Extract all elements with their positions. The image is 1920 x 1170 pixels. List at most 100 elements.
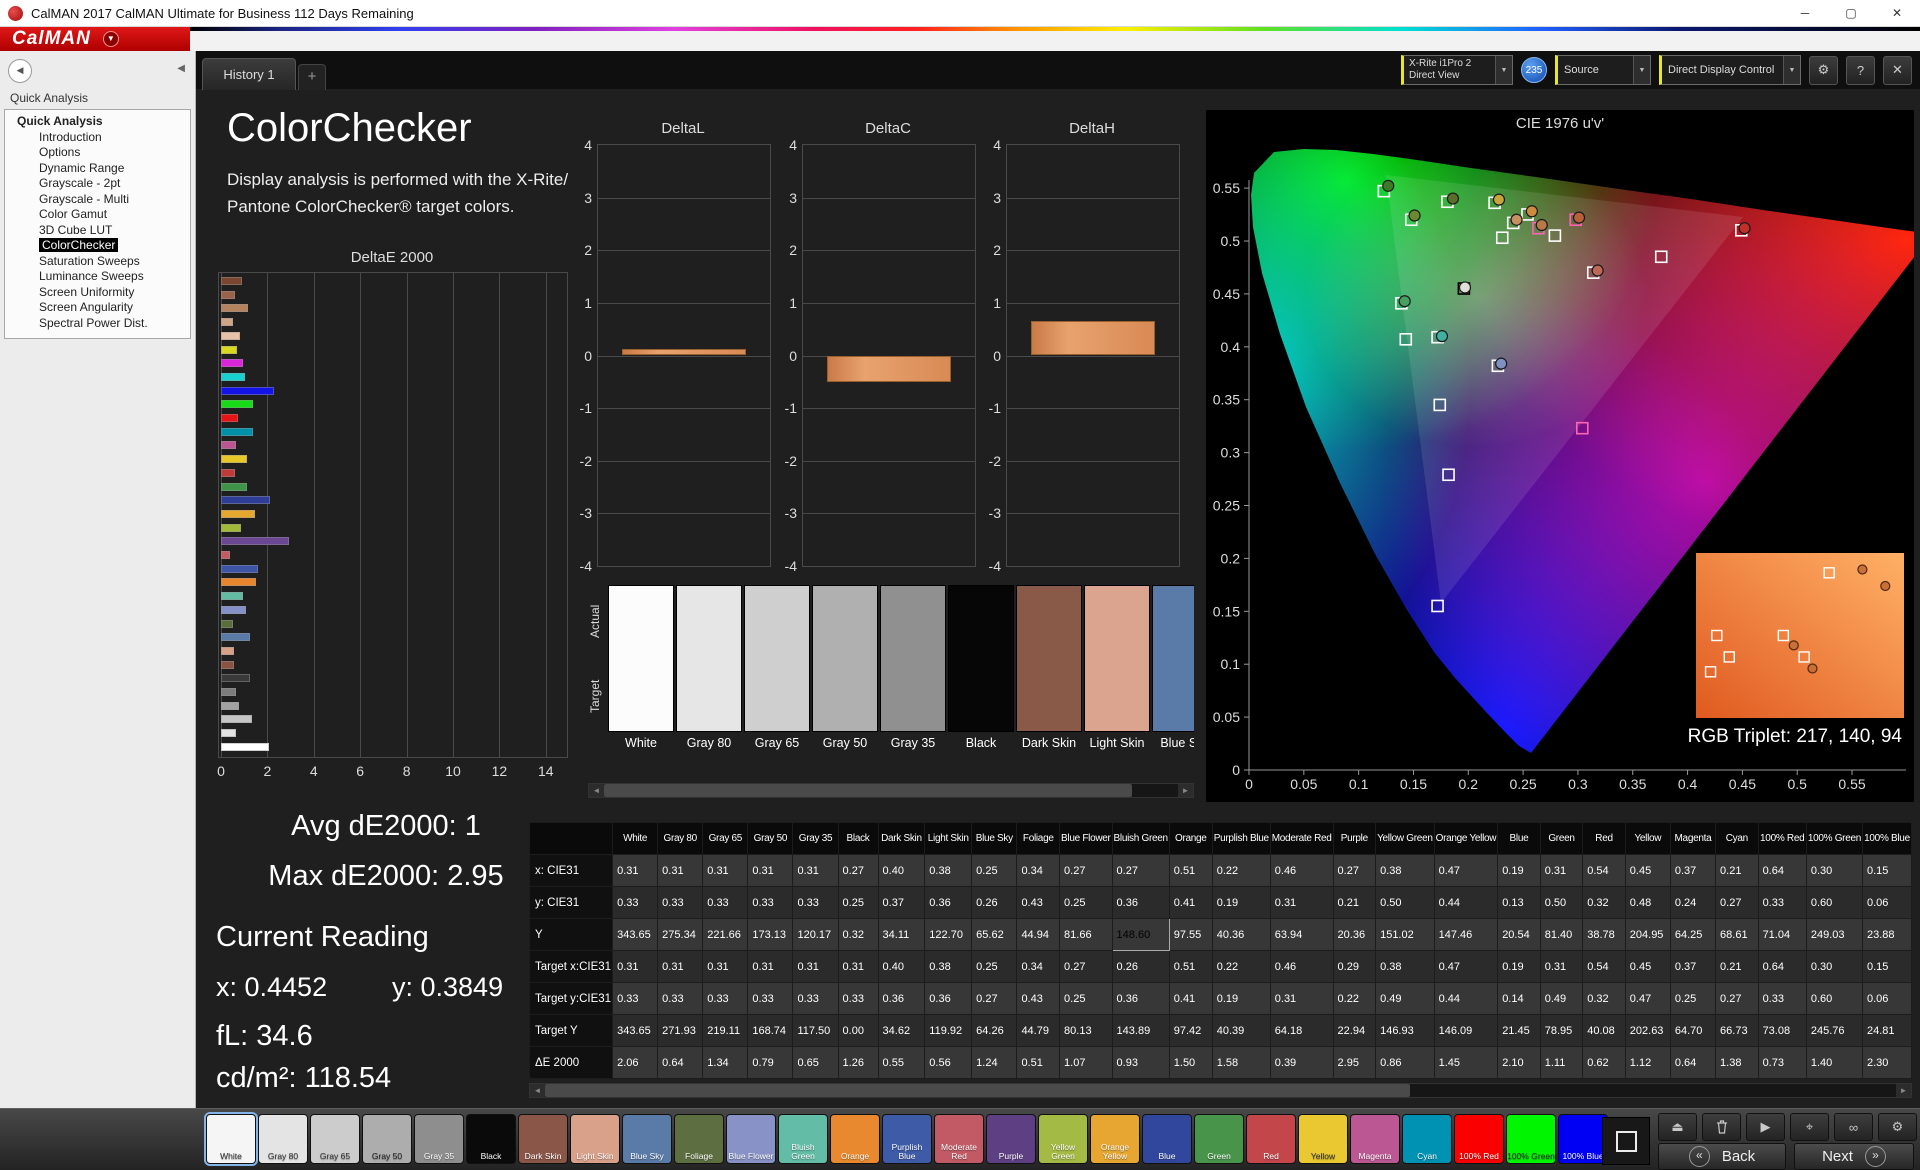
- minimize-button[interactable]: ─: [1782, 0, 1828, 26]
- table-cell: 0.25: [1669, 982, 1717, 1015]
- patch-chip-cyan[interactable]: Cyan: [1402, 1114, 1452, 1164]
- close-workflow-button[interactable]: ✕: [1883, 55, 1912, 85]
- sidebar-item-options[interactable]: Options: [5, 145, 190, 161]
- add-tab-button[interactable]: +: [298, 64, 326, 90]
- back-button[interactable]: « Back: [1658, 1143, 1786, 1170]
- sidebar-item-quick-analysis[interactable]: Quick Analysis: [5, 114, 190, 130]
- sidebar-item-grayscale-multi[interactable]: Grayscale - Multi: [5, 192, 190, 208]
- sidebar-item-colorchecker[interactable]: ColorChecker: [5, 238, 190, 254]
- patch-chip-foliage[interactable]: Foliage: [674, 1114, 724, 1164]
- patch-chip-light-skin[interactable]: Light Skin: [570, 1114, 620, 1164]
- strip-swatch-gray-80[interactable]: Gray 80: [676, 585, 742, 757]
- table-cell: 0.48: [1624, 886, 1671, 919]
- table-cell: 97.55: [1168, 918, 1213, 951]
- patch-chip-blue-flower[interactable]: Blue Flower: [726, 1114, 776, 1164]
- sidebar-item-grayscale-2pt[interactable]: Grayscale - 2pt: [5, 176, 190, 192]
- target-read-button[interactable]: ⌖: [1790, 1113, 1829, 1141]
- gear-icon-button[interactable]: ⚙: [1878, 1113, 1917, 1141]
- axis-tick-label: -2: [579, 452, 592, 469]
- deltal-chart: 4 3 2 1 0 -1 -2 -3 -4: [580, 137, 771, 574]
- deltae-bar: [221, 427, 254, 436]
- sidebar-item-3d-cube-lut[interactable]: 3D Cube LUT: [5, 223, 190, 239]
- sidebar-item-spectral-power-dist[interactable]: Spectral Power Dist.: [5, 316, 190, 332]
- patch-chip-red[interactable]: Red: [1246, 1114, 1296, 1164]
- patch-chip-moderate-red[interactable]: Moderate Red: [934, 1114, 984, 1164]
- patch-chip-gray-80[interactable]: Gray 80: [258, 1114, 308, 1164]
- sidebar-item-luminance-sweeps[interactable]: Luminance Sweeps: [5, 269, 190, 285]
- settings-gear-button[interactable]: ⚙: [1809, 55, 1838, 85]
- continuous-read-button[interactable]: ∞: [1834, 1113, 1873, 1141]
- meter-dropdown[interactable]: X-Rite i1Pro 2 Direct View ▼: [1401, 55, 1513, 85]
- strip-swatch-gray-50[interactable]: Gray 50: [812, 585, 878, 757]
- patch-chip-bluish-green[interactable]: Bluish Green: [778, 1114, 828, 1164]
- patch-chip-blue-sky[interactable]: Blue Sky: [622, 1114, 672, 1164]
- patch-chip-yellow[interactable]: Yellow: [1298, 1114, 1348, 1164]
- maximize-button[interactable]: ▢: [1828, 0, 1874, 26]
- gridline: [453, 273, 454, 757]
- patch-chip-dark-skin[interactable]: Dark Skin: [518, 1114, 568, 1164]
- sidebar-item-screen-uniformity[interactable]: Screen Uniformity: [5, 285, 190, 301]
- strip-swatch-gray-35[interactable]: Gray 35: [880, 585, 946, 757]
- patch-chip-black[interactable]: Black: [466, 1114, 516, 1164]
- patch-chip-gray-65[interactable]: Gray 65: [310, 1114, 360, 1164]
- scrollbar-thumb[interactable]: [545, 1084, 1410, 1097]
- tab-history-1[interactable]: History 1: [202, 58, 296, 90]
- table-scrollbar[interactable]: ◄ ►: [529, 1083, 1912, 1098]
- strip-swatch-light-skin[interactable]: Light Skin: [1084, 585, 1150, 757]
- strip-swatch-white[interactable]: White: [608, 585, 674, 757]
- table-cell: 97.42: [1168, 1014, 1213, 1047]
- patch-chip-white[interactable]: White: [206, 1114, 256, 1164]
- strip-swatch-black[interactable]: Black: [948, 585, 1014, 757]
- patch-chip-green[interactable]: Green: [1194, 1114, 1244, 1164]
- table-cell: 0.31: [837, 950, 879, 983]
- patch-chip-100-green[interactable]: 100% Green: [1506, 1114, 1556, 1164]
- patch-chip-orange-yellow[interactable]: Orange Yellow: [1090, 1114, 1140, 1164]
- scroll-left-icon[interactable]: ◄: [589, 784, 604, 797]
- eject-button[interactable]: ⏏: [1658, 1113, 1697, 1141]
- source-dropdown[interactable]: Source ▼: [1555, 55, 1651, 85]
- patch-chip-label: Orange Yellow: [1100, 1142, 1130, 1161]
- patch-chip-yellow-green[interactable]: Yellow Green: [1038, 1114, 1088, 1164]
- stop-button[interactable]: [1602, 1117, 1650, 1165]
- strip-swatch-blue-sky[interactable]: Blue Sky: [1152, 585, 1194, 757]
- collapse-arrow-icon[interactable]: ◀: [177, 63, 185, 74]
- close-button[interactable]: ✕: [1874, 0, 1920, 26]
- table-cell: 117.50: [792, 1014, 839, 1047]
- patch-chip-gray-50[interactable]: Gray 50: [362, 1114, 412, 1164]
- sidebar-item-dynamic-range[interactable]: Dynamic Range: [5, 161, 190, 177]
- svg-text:0.3: 0.3: [1568, 776, 1588, 792]
- trash-button[interactable]: [1702, 1113, 1741, 1141]
- scroll-right-icon[interactable]: ►: [1178, 784, 1193, 797]
- deltae-bar: [221, 523, 241, 532]
- table-cell: 0.62: [1582, 1046, 1626, 1079]
- scroll-left-icon[interactable]: ◄: [530, 1084, 545, 1097]
- display-control-dropdown[interactable]: Direct Display Control ▼: [1659, 55, 1801, 85]
- sidebar-item-screen-angularity[interactable]: Screen Angularity: [5, 300, 190, 316]
- sidebar-item-saturation-sweeps[interactable]: Saturation Sweeps: [5, 254, 190, 270]
- sidebar-item-color-gamut[interactable]: Color Gamut: [5, 207, 190, 223]
- table-cell: 245.76: [1805, 1014, 1864, 1047]
- patch-chip-blue[interactable]: Blue: [1142, 1114, 1192, 1164]
- table-cell: 0.49: [1375, 982, 1435, 1015]
- patch-chip-orange[interactable]: Orange: [830, 1114, 880, 1164]
- patch-chip-purplish-blue[interactable]: Purplish Blue: [882, 1114, 932, 1164]
- play-button[interactable]: ▶: [1746, 1113, 1785, 1141]
- strip-swatch-dark-skin[interactable]: Dark Skin: [1016, 585, 1082, 757]
- sidebar-item-introduction[interactable]: Introduction: [5, 130, 190, 146]
- swatch-strip-scrollbar[interactable]: ◄ ►: [588, 783, 1194, 798]
- table-cell: 0.31: [657, 854, 704, 887]
- scroll-right-icon[interactable]: ►: [1896, 1084, 1911, 1097]
- help-button[interactable]: ?: [1846, 55, 1875, 85]
- scrollbar-thumb[interactable]: [604, 784, 1133, 797]
- next-button[interactable]: Next »: [1794, 1143, 1914, 1170]
- patch-chip-gray-35[interactable]: Gray 35: [414, 1114, 464, 1164]
- table-cell: 0.33: [792, 982, 839, 1015]
- patch-chip-magenta[interactable]: Magenta: [1350, 1114, 1400, 1164]
- patch-chip-purple[interactable]: Purple: [986, 1114, 1036, 1164]
- strip-swatch-gray-65[interactable]: Gray 65: [744, 585, 810, 757]
- calman-logo[interactable]: CalMAN ▼: [0, 27, 190, 51]
- svg-text:0.2: 0.2: [1459, 776, 1479, 792]
- patch-chip-100-red[interactable]: 100% Red: [1454, 1114, 1504, 1164]
- patch-chip-100-blue[interactable]: 100% Blue: [1558, 1114, 1608, 1164]
- collapse-sidebar-button[interactable]: ◀: [8, 59, 32, 83]
